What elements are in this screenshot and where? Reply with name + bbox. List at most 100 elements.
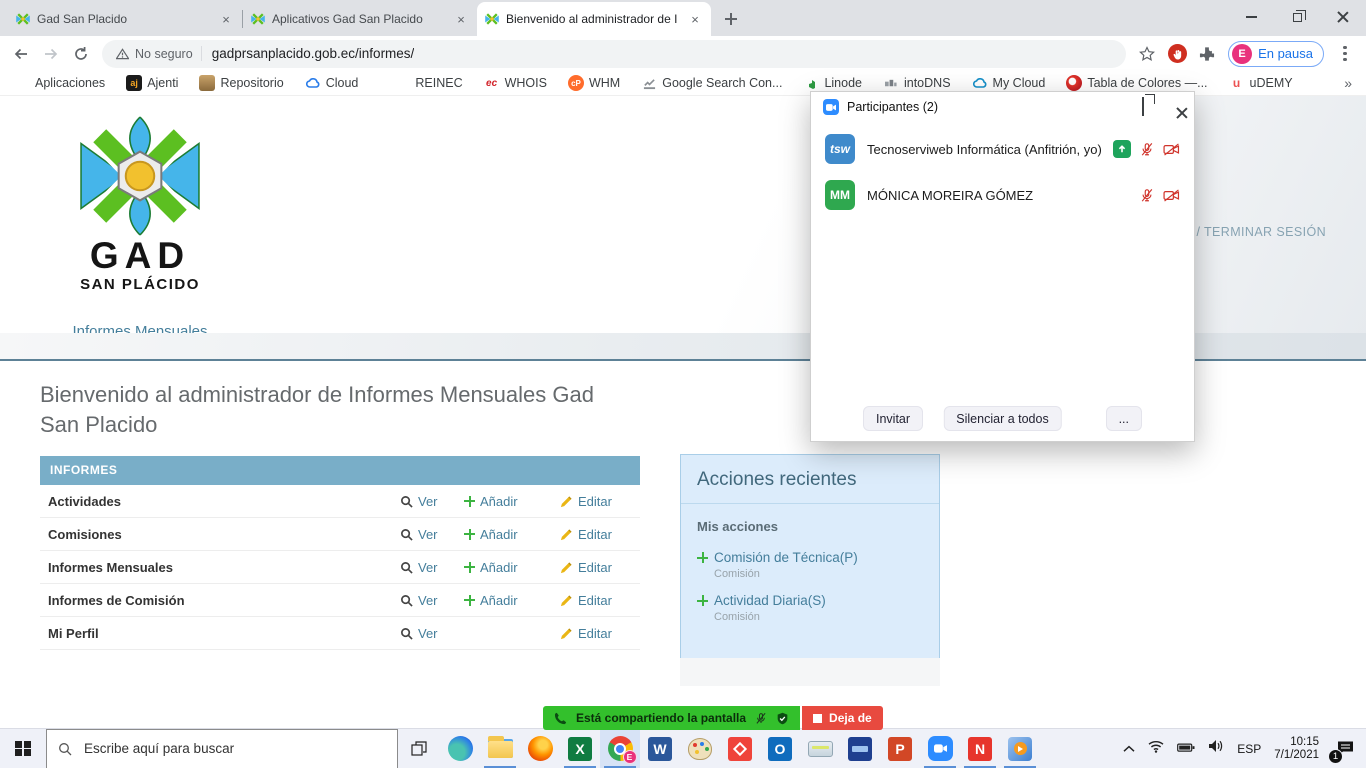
stop-hand-icon <box>1168 44 1187 63</box>
window-maximize-button[interactable] <box>1274 0 1320 34</box>
taskbar-app-chrome[interactable]: E <box>600 729 640 768</box>
action-center-button[interactable]: 1 <box>1332 736 1358 762</box>
forward-button[interactable] <box>36 39 66 69</box>
bookmarks-overflow-chevron[interactable]: » <box>1344 75 1352 91</box>
taskbar-app-outlook[interactable]: O <box>760 729 800 768</box>
window-close-button[interactable] <box>1320 0 1366 34</box>
chrome-menu-button[interactable] <box>1330 39 1360 69</box>
bookmark-udemy[interactable]: u uDEMY <box>1229 75 1293 91</box>
url-text[interactable]: gadprsanplacido.gob.ec/informes/ <box>212 46 415 61</box>
bookmark-reinec[interactable]: REINEC <box>415 76 462 90</box>
row-label[interactable]: Informes de Comisión <box>40 593 400 608</box>
address-bar[interactable]: No seguro gadprsanplacido.gob.ec/informe… <box>102 40 1126 68</box>
taskbar-search[interactable] <box>46 729 398 768</box>
zoom-panel-title: Participantes (2) <box>847 100 1102 114</box>
bookmark-intodns[interactable]: intoDNS <box>883 75 951 91</box>
add-link[interactable]: Añadir <box>464 560 560 575</box>
view-link[interactable]: Ver <box>400 560 464 575</box>
tab-close-icon[interactable]: × <box>453 11 469 27</box>
bookmark-aplicaciones[interactable]: Aplicaciones <box>14 75 105 91</box>
view-link[interactable]: Ver <box>400 593 464 608</box>
bookmark-my-cloud[interactable]: My Cloud <box>972 75 1046 91</box>
taskbar-app-zoom[interactable] <box>920 729 960 768</box>
wifi-indicator[interactable] <box>1148 740 1164 758</box>
mute-all-button[interactable]: Silenciar a todos <box>943 406 1061 431</box>
taskbar-app-file-explorer[interactable] <box>480 729 520 768</box>
bookmark-whm[interactable]: cP WHM <box>568 75 620 91</box>
site-logo[interactable]: GAD SAN PLÁCIDO <box>40 111 240 313</box>
back-button[interactable] <box>6 39 36 69</box>
start-button[interactable] <box>0 729 46 768</box>
profile-button[interactable]: E En pausa <box>1228 41 1324 67</box>
bookmark-star-button[interactable] <box>1132 39 1162 69</box>
tab-bienvenido-active[interactable]: Bienvenido al administrador de I × <box>477 2 711 36</box>
taskbar-app-nitro-pdf[interactable]: N <box>960 729 1000 768</box>
edit-link[interactable]: Editar <box>560 626 640 641</box>
language-indicator[interactable]: ESP <box>1237 742 1261 756</box>
new-tab-button[interactable] <box>717 5 745 33</box>
mic-muted-icon <box>755 712 767 725</box>
battery-icon <box>1177 742 1195 753</box>
view-link[interactable]: Ver <box>400 527 464 542</box>
taskbar-app-firefox[interactable] <box>520 729 560 768</box>
recent-action-type: Comisión <box>697 568 923 580</box>
taskbar-app-excel[interactable]: X <box>560 729 600 768</box>
taskbar-app-edge[interactable] <box>440 729 480 768</box>
tray-expand-button[interactable] <box>1123 740 1135 758</box>
row-label[interactable]: Actividades <box>40 494 400 509</box>
bookmark-whois[interactable]: ec WHOIS <box>484 75 547 91</box>
stop-sharing-button[interactable]: Deja de <box>802 706 883 730</box>
clock[interactable]: 10:15 7/1/2021 <box>1274 736 1319 762</box>
bookmark-tabla-de-colores[interactable]: Tabla de Colores —... <box>1066 75 1207 91</box>
udemy-icon: u <box>1229 75 1245 91</box>
tab-close-icon[interactable]: × <box>687 11 703 27</box>
taskbar-app-scanner-1[interactable] <box>800 729 840 768</box>
tab-gad-san-placido[interactable]: Gad San Placido × <box>8 2 242 36</box>
bookmark-ajenti[interactable]: aj Ajenti <box>126 75 178 91</box>
bookmark-cloud[interactable]: Cloud <box>305 75 359 91</box>
row-label[interactable]: Comisiones <box>40 527 400 542</box>
row-label[interactable]: Informes Mensuales <box>40 560 400 575</box>
taskbar-app-media-player[interactable] <box>1000 729 1040 768</box>
task-view-button[interactable] <box>398 729 440 768</box>
battery-indicator[interactable] <box>1177 740 1195 758</box>
edit-link[interactable]: Editar <box>560 494 640 509</box>
taskbar-app-anydesk[interactable] <box>720 729 760 768</box>
add-link[interactable]: Añadir <box>464 527 560 542</box>
recent-action-link[interactable]: Comisión de Técnica(P) <box>697 550 923 565</box>
session-links[interactable]: ÑA / TERMINAR SESIÓN <box>1175 225 1326 239</box>
bookmark-google-search-console[interactable]: Google Search Con... <box>641 75 782 91</box>
view-link[interactable]: Ver <box>400 626 464 641</box>
tab-aplicativos[interactable]: Aplicativos Gad San Placido × <box>243 2 477 36</box>
participant-row-host[interactable]: tsw Tecnoserviweb Informática (Anfitrión… <box>811 130 1194 168</box>
volume-indicator[interactable] <box>1208 739 1224 758</box>
zoom-maximize-button[interactable] <box>1142 98 1144 116</box>
participant-row-guest[interactable]: MM MÓNICA MOREIRA GÓMEZ <box>811 176 1194 214</box>
view-link[interactable]: Ver <box>400 494 464 509</box>
bookmark-linode[interactable]: Linode <box>803 75 862 91</box>
recent-action-link[interactable]: Actividad Diaria(S) <box>697 593 923 608</box>
taskbar-app-word[interactable]: W <box>640 729 680 768</box>
add-link[interactable]: Añadir <box>464 593 560 608</box>
edit-link[interactable]: Editar <box>560 527 640 542</box>
more-options-button[interactable]: ... <box>1106 406 1142 431</box>
zoom-panel-titlebar[interactable]: Participantes (2) <box>811 92 1194 122</box>
taskbar-app-powerpoint[interactable]: P <box>880 729 920 768</box>
bookmark-repositorio[interactable]: Repositorio <box>199 75 283 91</box>
security-label[interactable]: No seguro <box>135 47 193 61</box>
edit-link[interactable]: Editar <box>560 593 640 608</box>
edit-link[interactable]: Editar <box>560 560 640 575</box>
adblock-extension-button[interactable] <box>1162 39 1192 69</box>
reload-button[interactable] <box>66 39 96 69</box>
tab-close-icon[interactable]: × <box>218 11 234 27</box>
site-title-link[interactable]: Informes Mensuales <box>40 323 240 340</box>
taskbar-app-paint[interactable] <box>680 729 720 768</box>
informes-caption[interactable]: INFORMES <box>40 456 640 485</box>
row-label[interactable]: Mi Perfil <box>40 626 400 641</box>
taskbar-app-scanner-2[interactable] <box>840 729 880 768</box>
search-input[interactable] <box>82 740 386 757</box>
extensions-button[interactable] <box>1192 39 1222 69</box>
add-link[interactable]: Añadir <box>464 494 560 509</box>
window-minimize-button[interactable] <box>1228 0 1274 34</box>
invite-button[interactable]: Invitar <box>863 406 923 431</box>
